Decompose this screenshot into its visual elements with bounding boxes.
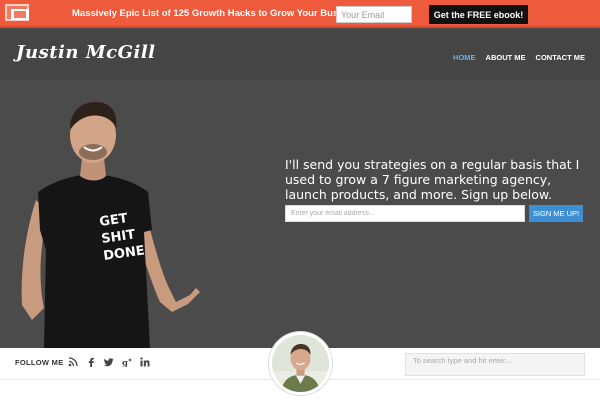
promo-email-input[interactable] — [336, 6, 412, 23]
hero-person-image: GET SHIT DONE — [21, 102, 200, 348]
avatar — [269, 332, 332, 395]
search-input[interactable] — [405, 353, 585, 376]
facebook-icon[interactable] — [86, 357, 96, 367]
site-logo[interactable]: Justin McGill — [16, 42, 156, 63]
social-links: g — [68, 357, 150, 367]
hero-signup-form: SIGN ME UP! — [285, 205, 583, 222]
main-nav: HOME ABOUT ME CONTACT ME — [453, 53, 585, 62]
twitter-icon[interactable] — [104, 357, 114, 367]
hero-section: GET SHIT DONE I'll send you strategies o… — [0, 80, 600, 348]
google-plus-icon[interactable]: g — [122, 357, 132, 367]
promo-cta-button[interactable]: Get the FREE ebook! — [429, 5, 528, 24]
nav-item-home[interactable]: HOME — [453, 53, 476, 62]
nav-item-contact-me[interactable]: CONTACT ME — [536, 53, 585, 62]
hero-email-input[interactable] — [285, 205, 525, 222]
site-header: Justin McGill HOME ABOUT ME CONTACT ME — [0, 30, 600, 80]
linkedin-icon[interactable] — [140, 357, 150, 367]
follow-me-label: FOLLOW ME — [15, 358, 64, 367]
nav-item-about-me[interactable]: ABOUT ME — [486, 53, 526, 62]
hero-headline: I'll send you strategies on a regular ba… — [285, 157, 580, 202]
sign-me-up-button[interactable]: SIGN ME UP! — [529, 205, 583, 222]
svg-text:g: g — [122, 359, 128, 368]
rss-icon[interactable] — [68, 357, 78, 367]
promo-logo-icon — [5, 4, 29, 21]
promo-text: Massively Epic List of 125 Growth Hacks … — [72, 8, 363, 19]
promo-bar: Massively Epic List of 125 Growth Hacks … — [0, 0, 600, 28]
